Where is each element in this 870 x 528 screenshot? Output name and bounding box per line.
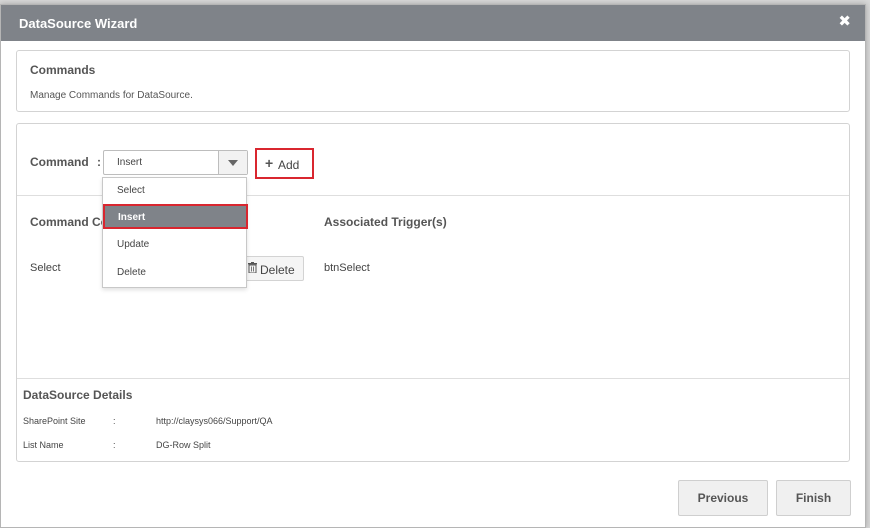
command-label: Command [30,155,89,169]
command-select-value: Insert [117,157,143,168]
add-command-button[interactable]: + Add [255,148,314,179]
previous-button[interactable]: Previous [678,480,768,516]
commands-header-panel: Commands Manage Commands for DataSource. [16,50,850,112]
dropdown-option-label: Update [117,239,150,250]
dropdown-option-select[interactable]: Select [103,178,246,203]
column-header-trigger: Associated Trigger(s) [324,215,447,229]
detail-key-list-name: List Name [23,440,64,450]
command-colon: : [97,155,101,169]
column-header-command: Command Co [30,215,108,229]
command-dropdown-menu: Select Insert Update Delete [102,177,248,288]
detail-value-list-name: DG-Row Split [156,440,211,450]
dropdown-option-delete[interactable]: Delete [103,260,246,285]
chevron-down-icon[interactable] [218,151,247,174]
commands-subtitle: Manage Commands for DataSource. [30,90,193,101]
delete-button[interactable]: Delete [243,256,304,281]
finish-button[interactable]: Finish [776,480,851,516]
commands-main-panel: Command : Insert + Add Command Co Associ… [16,123,850,462]
detail-key-sharepoint-site: SharePoint Site [23,416,86,426]
add-button-label: Add [278,158,300,172]
commands-heading: Commands [30,63,96,77]
divider [17,378,849,379]
dropdown-option-label: Select [117,185,145,196]
dropdown-option-label: Insert [118,212,146,223]
detail-value-sharepoint-site: http://claysys066/Support/QA [156,416,273,426]
plus-icon: + [265,155,274,171]
title-bar: DataSource Wizard ✖ [1,5,865,41]
dialog-title: DataSource Wizard [19,16,138,31]
dropdown-option-label: Delete [117,267,146,278]
dropdown-option-insert[interactable]: Insert [103,204,248,229]
close-icon[interactable]: ✖ [838,14,851,30]
table-row-trigger: btnSelect [324,262,370,274]
dropdown-option-update[interactable]: Update [103,232,246,257]
detail-separator: : [113,416,116,426]
command-select[interactable]: Insert [103,150,248,175]
datasource-details-heading: DataSource Details [23,388,133,402]
trash-icon [248,262,257,273]
detail-separator: : [113,440,116,450]
table-row-command: Select [30,262,61,274]
delete-button-label: Delete [260,263,295,277]
